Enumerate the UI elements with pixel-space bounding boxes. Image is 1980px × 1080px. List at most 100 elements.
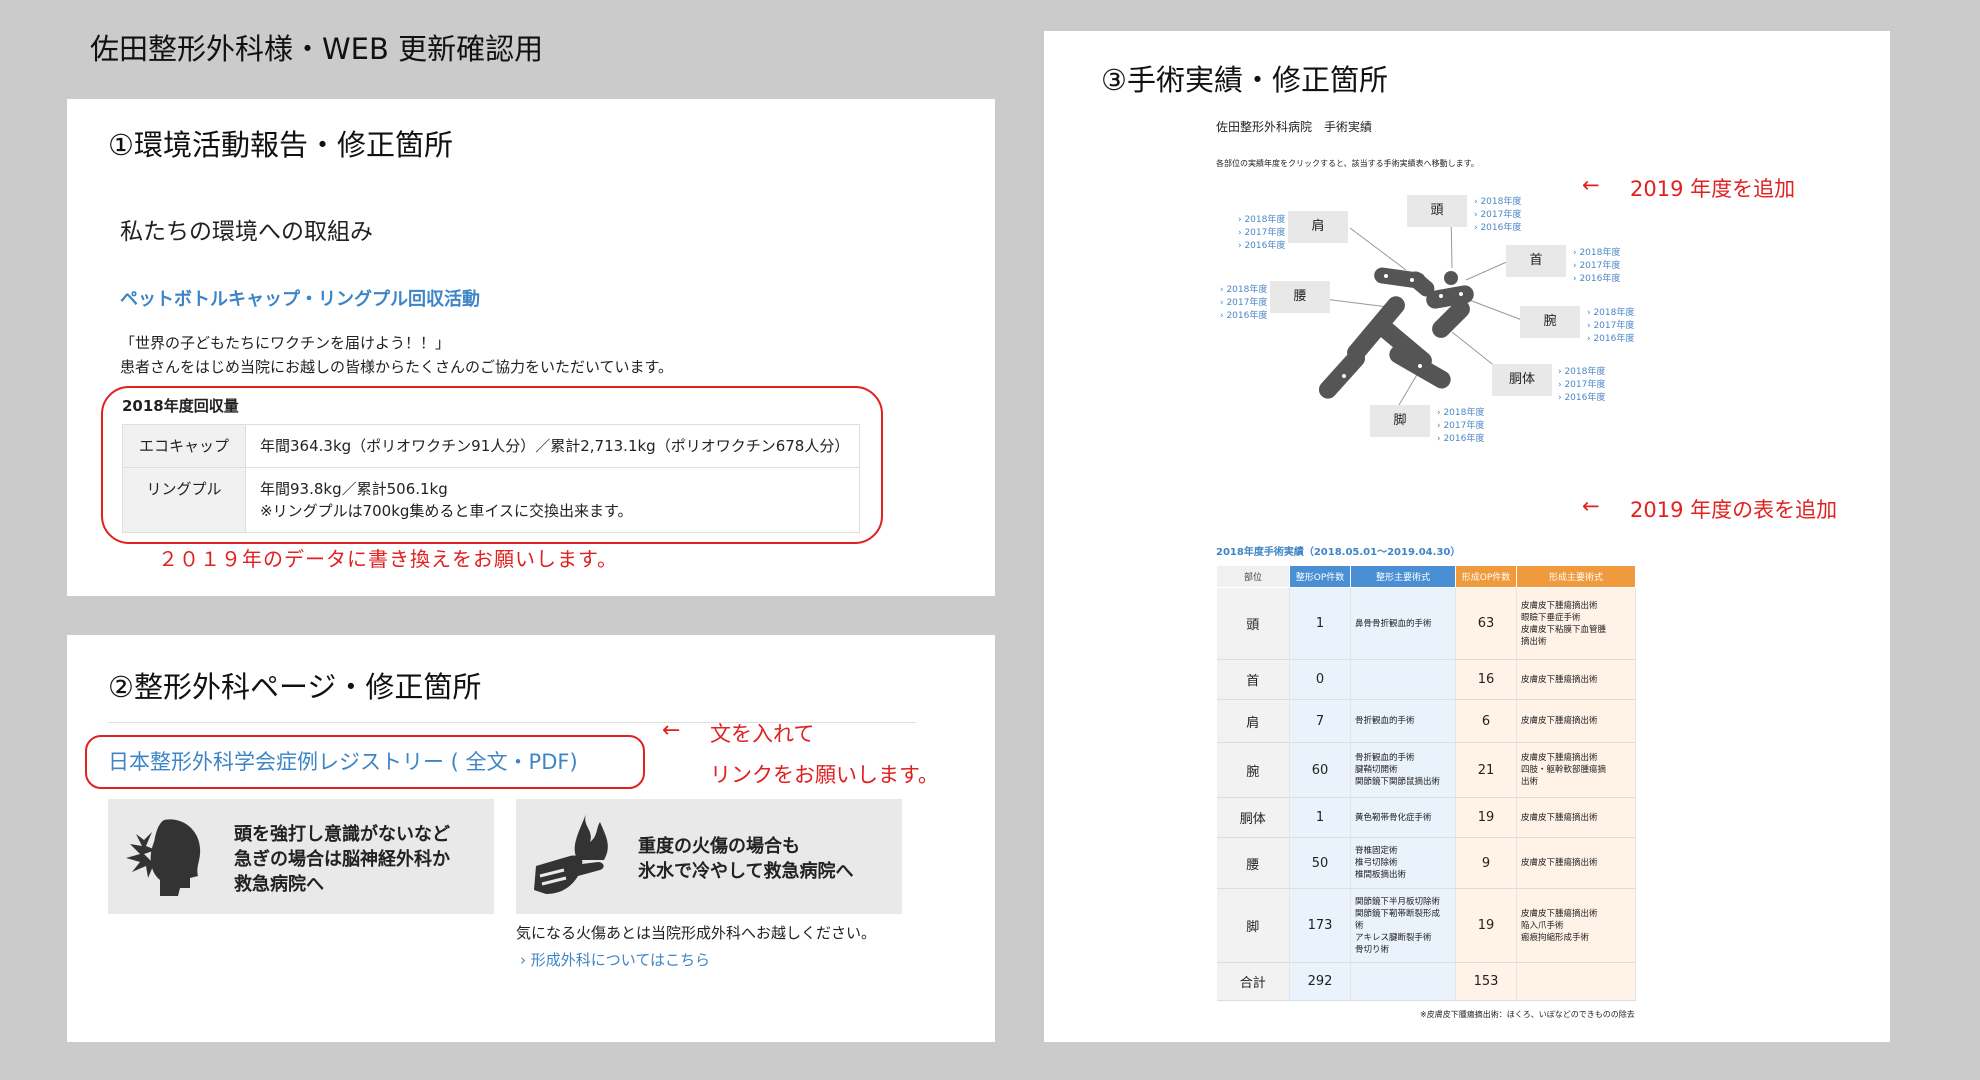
plastic-count-cell: 63: [1455, 587, 1517, 660]
table-title: 2018年度回収量: [122, 397, 239, 415]
plastic-proc-cell: 皮膚皮下腫瘍摘出術: [1516, 837, 1636, 889]
year-link[interactable]: › 2016年度: [1558, 392, 1605, 405]
year-link[interactable]: › 2017年度: [1558, 379, 1605, 392]
table-row: エコキャップ 年間364.3kg（ポリオワクチン91人分）／累計2,713.1k…: [122, 424, 860, 468]
proc-line: 椎間板摘出術: [1355, 870, 1407, 880]
col-header: 形成主要術式: [1516, 565, 1636, 588]
year-link[interactable]: › 2018年度: [1474, 196, 1521, 209]
year-links-shoulder[interactable]: › 2018年度 › 2017年度 › 2016年度: [1238, 214, 1285, 253]
surgery-table: 部位 整形OP件数 整形主要術式 形成OP件数 形成主要術式 頭 1 鼻骨骨折観血的…: [1216, 565, 1636, 1001]
ortho-proc-cell: 骨折観血的手術 腱鞘切開術 関節鏡下関節鼠摘出術: [1350, 742, 1456, 798]
add-2019-year-note: 2019 年度を追加: [1630, 177, 1796, 201]
year-link[interactable]: › 2016年度: [1573, 273, 1620, 286]
card1-line-3: 救急病院へ: [234, 874, 324, 895]
proc-line: 鼻骨骨折観血的手術: [1355, 618, 1432, 629]
year-link[interactable]: › 2018年度: [1238, 214, 1285, 227]
proc-line: 骨折観血的手術: [1355, 753, 1415, 763]
year-link[interactable]: › 2018年度: [1437, 407, 1484, 420]
proc-line: 出術: [1521, 777, 1539, 787]
proc-line: 皮膚皮下腫瘍摘出術: [1521, 600, 1598, 611]
row-value-line: ※リングプルは700kg集めると車イスに交換出来ます。: [260, 502, 633, 520]
year-link[interactable]: › 2016年度: [1474, 222, 1521, 235]
burn-hand-icon: [534, 814, 608, 894]
proc-line: 摘出術: [1521, 636, 1547, 647]
doc-instruction: 各部位の実績年度をクリックすると、該当する手術実績表へ移動します。: [1216, 159, 1479, 168]
year-link[interactable]: › 2017年度: [1573, 260, 1620, 273]
year-link[interactable]: › 2018年度: [1587, 307, 1634, 320]
proc-line: 骨折観血的手術: [1355, 716, 1415, 726]
year-links-neck[interactable]: › 2018年度 › 2017年度 › 2016年度: [1573, 247, 1620, 286]
year-link[interactable]: › 2016年度: [1437, 433, 1484, 446]
proc-line: 眼瞼下垂症手術: [1521, 612, 1581, 623]
part-label-waist[interactable]: 腰: [1270, 281, 1330, 313]
col-header: 部位: [1216, 565, 1290, 588]
proc-line: 骨切り術: [1355, 944, 1390, 955]
proc-line: 皮膚皮下腫瘍摘出術: [1521, 858, 1598, 868]
section-title: 私たちの環境への取組み: [120, 219, 373, 245]
year-links-head[interactable]: › 2018年度 › 2017年度 › 2016年度: [1474, 196, 1521, 235]
year-link[interactable]: › 2017年度: [1238, 227, 1285, 240]
year-links-torso[interactable]: › 2018年度 › 2017年度 › 2016年度: [1558, 366, 1605, 405]
proc-line: 皮膚皮下腫瘍摘出術: [1521, 674, 1598, 685]
year-link[interactable]: › 2018年度: [1220, 284, 1267, 297]
table-row: リングプル 年間93.8kg／累計506.1kg ※リングプルは700kg集める…: [122, 467, 860, 533]
proc-line: 皮膚皮下腫瘍摘出術: [1521, 812, 1598, 823]
plastic-count-cell: 19: [1455, 888, 1517, 963]
year-link[interactable]: › 2016年度: [1587, 333, 1634, 346]
part-label-arm[interactable]: 腕: [1520, 306, 1580, 338]
part-label-neck[interactable]: 首: [1506, 245, 1566, 277]
part-cell: 首: [1216, 659, 1290, 700]
row-value: 年間93.8kg／累計506.1kg ※リングプルは700kg集めると車イスに交…: [245, 467, 860, 533]
year-link[interactable]: › 2018年度: [1558, 366, 1605, 379]
surgery-table-title: 2018年度手術実績（2018.05.01～2019.04.30）: [1216, 547, 1461, 558]
part-cell: 肩: [1216, 699, 1290, 743]
panel3-heading: ③手術実績・修正箇所: [1101, 63, 1388, 97]
year-link[interactable]: › 2017年度: [1474, 209, 1521, 222]
proc-line: 関節鏡下靭帯断裂形成: [1355, 908, 1441, 919]
year-links-waist[interactable]: › 2018年度 › 2017年度 › 2016年度: [1220, 284, 1267, 323]
ortho-count-cell: 1: [1289, 797, 1351, 838]
part-label-torso[interactable]: 胴体: [1492, 364, 1552, 396]
part-label-leg[interactable]: 脚: [1370, 405, 1430, 437]
proc-line: 皮膚皮下腫瘍摘出術: [1521, 716, 1598, 726]
year-link[interactable]: › 2017年度: [1587, 320, 1634, 333]
ortho-count-cell: 50: [1289, 837, 1351, 889]
plastic-proc-cell: 皮膚皮下腫瘍摘出術 眼瞼下垂症手術 皮膚皮下粘膜下血管腫 摘出術: [1516, 587, 1636, 660]
year-link[interactable]: › 2016年度: [1220, 310, 1267, 323]
intro-line-1: 「世界の子どもたちにワクチンを届けよう！！」: [120, 334, 451, 352]
collection-subheading: ペットボトルキャップ・リングプル回収活動: [120, 289, 480, 310]
ortho-proc-cell: 脊椎固定術 椎弓切除術 椎間板摘出術: [1350, 837, 1456, 889]
year-links-arm[interactable]: › 2018年度 › 2017年度 › 2016年度: [1587, 307, 1634, 346]
year-link[interactable]: › 2018年度: [1573, 247, 1620, 260]
plastic-proc-cell: 皮膚皮下腫瘍摘出術 四肢・躯幹軟部腫瘍摘 出術: [1516, 742, 1636, 798]
year-link[interactable]: › 2016年度: [1238, 240, 1285, 253]
year-links-leg[interactable]: › 2018年度 › 2017年度 › 2016年度: [1437, 407, 1484, 446]
plastic-count-cell: 6: [1455, 699, 1517, 743]
proc-line: 四肢・躯幹軟部腫瘍摘: [1521, 765, 1607, 775]
proc-line: 陥入爪手術: [1521, 920, 1564, 931]
part-cell: 腰: [1216, 837, 1290, 889]
plastic-proc-cell: 皮膚皮下腫瘍摘出術: [1516, 797, 1636, 838]
col-header: 形成OP件数: [1455, 565, 1517, 588]
col-header: 整形主要術式: [1350, 565, 1456, 588]
doc-title: 佐田整形外科病院 手術実績: [1216, 120, 1373, 134]
registry-link[interactable]: 日本整形外科学会症例レジストリー ( 全文・PDF): [108, 746, 578, 776]
proc-line: 脊椎固定術: [1355, 846, 1398, 856]
burn-caption: 気になる火傷あとは当院形成外科へお越しください。: [516, 924, 877, 942]
plastic-count-cell: 9: [1455, 837, 1517, 889]
plastic-count-cell: 16: [1455, 659, 1517, 700]
year-link[interactable]: › 2017年度: [1220, 297, 1267, 310]
plastic-count-cell: 19: [1455, 797, 1517, 838]
row-label: リングプル: [122, 467, 246, 533]
panel1-heading: ①環境活動報告・修正箇所: [108, 128, 453, 162]
part-label-shoulder[interactable]: 肩: [1288, 211, 1348, 243]
card1-line-2: 急ぎの場合は脳神経外科か: [234, 849, 450, 870]
part-label-head[interactable]: 頭: [1407, 195, 1467, 227]
panel2-note-line1: 文を入れて: [710, 722, 815, 746]
plastic-surgery-link[interactable]: › 形成外科についてはこちら: [520, 949, 710, 970]
proc-line: アキレス腱断裂手術: [1355, 932, 1432, 943]
proc-line: 関節鏡下関節鼠摘出術: [1355, 777, 1441, 787]
year-link[interactable]: › 2017年度: [1437, 420, 1484, 433]
panel2-heading: ②整形外科ページ・修正箇所: [108, 670, 482, 704]
proc-line: 皮膚皮下粘膜下血管腫: [1521, 624, 1607, 635]
